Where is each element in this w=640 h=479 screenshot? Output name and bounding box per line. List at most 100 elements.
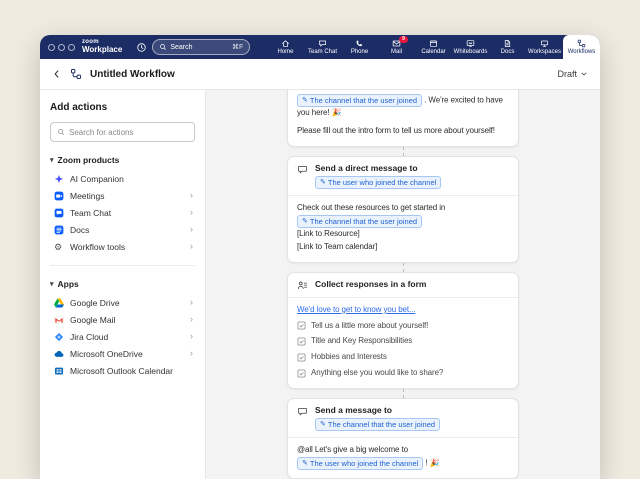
nav-item-whiteboards[interactable]: Whiteboards (452, 35, 489, 59)
section-zoom-products[interactable]: ▾ Zoom products (50, 155, 195, 165)
workflow-card-collect-form[interactable]: Collect responses in a form We'd love to… (287, 272, 519, 389)
onedrive-icon (54, 349, 64, 359)
window-controls[interactable] (40, 35, 82, 59)
chevron-right-icon: › (190, 191, 193, 200)
chip-label: The channel that the user joined (310, 216, 417, 227)
back-button[interactable] (52, 69, 62, 79)
sidebar-item-label: Docs (70, 225, 89, 235)
sidebar-item-label: Google Drive (70, 298, 120, 308)
nav-item-home[interactable]: Home (267, 35, 304, 59)
sidebar-item-label: Workflow tools (70, 242, 125, 252)
actions-search-placeholder: Search for actions (69, 128, 133, 137)
card-header-text: Collect responses in a form (315, 279, 426, 289)
sidebar-item-google-mail[interactable]: Google Mail › (50, 311, 195, 328)
checkbox-icon (297, 321, 306, 330)
workflow-title: Untitled Workflow (90, 69, 175, 80)
nav-item-phone[interactable]: Phone (341, 35, 378, 59)
draft-status-dropdown[interactable]: Draft (557, 69, 588, 79)
top-navigation-bar: zoom Workplace Search ⌘F Home Team Chat … (40, 35, 600, 59)
workflow-canvas[interactable]: ✎The channel that the user joined . We'r… (206, 90, 600, 479)
nav-item-workflows[interactable]: Workflows (563, 35, 600, 59)
pencil-icon: ✎ (302, 460, 308, 467)
flow-connector (403, 389, 404, 398)
sidebar-item-label: Microsoft Outlook Calendar (70, 366, 173, 376)
chevron-right-icon: › (190, 225, 193, 234)
nav-item-docs[interactable]: Docs (489, 35, 526, 59)
variable-chip-channel[interactable]: ✎The channel that the user joined (297, 215, 422, 228)
pencil-icon: ✎ (302, 97, 308, 104)
history-clock-icon (136, 42, 147, 53)
message-line: Please fill out the intro form to tell u… (297, 125, 509, 138)
nav-label: Phone (351, 49, 368, 55)
sidebar-divider (50, 265, 195, 266)
nav-item-mail[interactable]: 9 Mail (378, 35, 415, 59)
message-line: ✎The channel that the user joined . We'r… (297, 94, 509, 120)
variable-chip-user[interactable]: ✎The user who joined the channel (297, 457, 423, 470)
docs-app-icon (54, 225, 64, 235)
variable-chip-user[interactable]: ✎The user who joined the channel (315, 176, 441, 189)
form-question-row: Title and Key Responsibilities (297, 335, 509, 348)
checkbox-icon (297, 353, 306, 362)
message-line: [Link to Resource] (297, 228, 509, 241)
search-placeholder: Search (170, 44, 192, 51)
sidebar-item-team-chat[interactable]: Team Chat › (50, 204, 195, 221)
form-link-text[interactable]: We'd love to get to know you bet... (297, 305, 415, 314)
workflow-card-welcome-message[interactable]: ✎The channel that the user joined . We'r… (287, 90, 519, 147)
workflow-card-channel-message[interactable]: Send a message to ✎The channel that the … (287, 398, 519, 479)
sidebar-item-label: Microsoft OneDrive (70, 349, 143, 359)
sidebar-item-microsoft-outlook-calendar[interactable]: Microsoft Outlook Calendar (50, 362, 195, 379)
sidebar-item-ai-companion[interactable]: AI Companion (50, 170, 195, 187)
form-question-label: Tell us a little more about yourself! (311, 320, 428, 333)
form-title-link[interactable]: We'd love to get to know you bet... (297, 304, 509, 317)
workflow-card-direct-message[interactable]: Send a direct message to ✎The user who j… (287, 156, 519, 263)
card-body: ✎The channel that the user joined . We'r… (288, 90, 518, 146)
nav-item-calendar[interactable]: Calendar (415, 35, 452, 59)
nav-label: Home (277, 49, 293, 55)
add-actions-sidebar: Add actions Search for actions ▾ Zoom pr… (40, 90, 206, 479)
content-area: Add actions Search for actions ▾ Zoom pr… (40, 90, 600, 479)
ai-companion-icon (54, 174, 64, 184)
sidebar-title: Add actions (50, 102, 195, 113)
card-body: @all Let's give a big welcome to ✎The us… (288, 437, 518, 478)
sidebar-item-docs[interactable]: Docs › (50, 221, 195, 238)
calendar-icon (429, 39, 438, 48)
sidebar-item-meetings[interactable]: Meetings › (50, 187, 195, 204)
nav-item-workspaces[interactable]: Workspaces (526, 35, 563, 59)
nav-label: Whiteboards (454, 49, 488, 55)
chevron-right-icon: › (190, 315, 193, 324)
chip-label: The user who joined the channel (310, 458, 418, 469)
actions-search-input[interactable]: Search for actions (50, 122, 195, 142)
primary-nav: Home Team Chat Phone 9 Mail Calendar (267, 35, 600, 59)
variable-chip-channel[interactable]: ✎The channel that the user joined (297, 94, 422, 107)
sidebar-item-microsoft-onedrive[interactable]: Microsoft OneDrive › (50, 345, 195, 362)
window-close-button[interactable] (48, 44, 55, 51)
chat-bubble-icon (297, 163, 308, 175)
search-shortcut-hint: ⌘F (232, 43, 243, 51)
docs-icon (503, 39, 512, 48)
flow-connector (403, 147, 404, 156)
form-responses-icon (297, 279, 308, 291)
nav-item-team-chat[interactable]: Team Chat (304, 35, 341, 59)
message-line: @all Let's give a big welcome to (297, 444, 509, 457)
variable-chip-channel[interactable]: ✎The channel that the user joined (315, 418, 440, 431)
chat-bubble-icon (297, 405, 308, 417)
window-zoom-button[interactable] (68, 44, 75, 51)
section-caret-icon: ▾ (50, 156, 54, 164)
recent-history-button[interactable] (136, 35, 147, 59)
section-caret-icon: ▾ (50, 280, 54, 288)
outlook-calendar-icon (54, 366, 64, 376)
section-apps[interactable]: ▾ Apps (50, 279, 195, 289)
window-minimize-button[interactable] (58, 44, 65, 51)
nav-label: Team Chat (308, 49, 337, 55)
gmail-icon (54, 315, 64, 325)
sidebar-item-jira-cloud[interactable]: Jira Cloud › (50, 328, 195, 345)
sidebar-item-google-drive[interactable]: Google Drive › (50, 294, 195, 311)
message-line: Check out these resources to get started… (297, 202, 509, 215)
workspaces-icon (540, 39, 549, 48)
nav-label: Calendar (421, 49, 445, 55)
checkbox-icon (297, 337, 306, 346)
global-search-input[interactable]: Search ⌘F (152, 39, 250, 55)
sidebar-item-workflow-tools[interactable]: ⚙ Workflow tools › (50, 238, 195, 255)
flow-connector (403, 263, 404, 272)
message-line: [Link to Team calendar] (297, 241, 509, 254)
